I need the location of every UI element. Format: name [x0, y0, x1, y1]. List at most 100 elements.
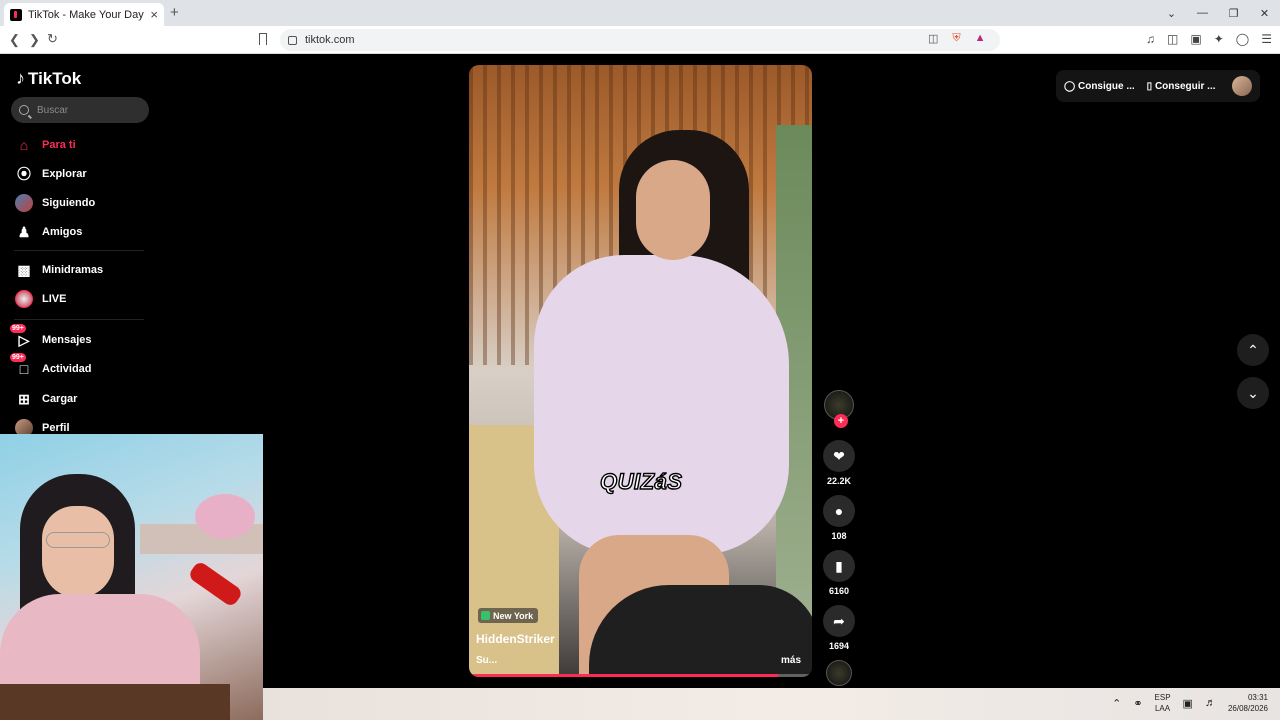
system-tray: ⌃ ⚭ ESP LAA ▣ ♬ 03:31 26/08/2026	[1112, 692, 1268, 714]
upload-icon: ⊞	[18, 390, 30, 407]
volume-icon[interactable]: ♬	[1205, 697, 1216, 709]
close-tab-icon[interactable]: ×	[150, 7, 158, 22]
forward-icon[interactable]: ❯	[29, 32, 40, 48]
tiktok-sidebar: ♪ TikTok Buscar ⌂ Para ti ⦿ Explorar Sig…	[0, 54, 160, 437]
lang-top: ESP	[1154, 693, 1171, 702]
get-app-button[interactable]: ▯ Conseguir ...	[1147, 81, 1216, 92]
next-video-button[interactable]: ⌄	[1237, 377, 1269, 409]
like-button[interactable]: ❤	[823, 440, 855, 472]
address-bar[interactable]: tiktok.com	[280, 29, 1000, 51]
language-indicator[interactable]: ESP LAA	[1155, 692, 1171, 714]
home-icon: ⌂	[19, 137, 29, 153]
location-text: New York	[493, 610, 534, 621]
share-icon: ➦	[833, 612, 845, 629]
activity-icon: □ 99+	[10, 353, 29, 377]
get-coins-button[interactable]: ◯ Consigue ...	[1064, 81, 1135, 92]
sidebar-item-label: Cargar	[42, 393, 78, 405]
webcam-overlay	[0, 434, 263, 720]
back-icon[interactable]: ❮	[9, 32, 20, 48]
network-icon[interactable]: ▣	[1183, 697, 1193, 710]
user-avatar[interactable]	[1232, 76, 1252, 96]
comment-button[interactable]: ●	[823, 495, 855, 527]
tray-overflow-icon[interactable]: ⌃	[1112, 697, 1121, 710]
tiktok-note-icon: ♪	[16, 68, 25, 88]
extension-icons: ◫ ⛨ ▲	[928, 32, 986, 45]
webcam-glasses	[46, 532, 110, 548]
sidebar-divider	[14, 319, 144, 320]
chevron-up-icon: ⌃	[1247, 341, 1259, 358]
toolbar-right-icons: ♫ ◫ ▣ ✦ ◯ ☰	[1146, 32, 1272, 46]
search-input[interactable]: Buscar	[11, 97, 149, 123]
translate-icon[interactable]: ◫	[928, 32, 938, 45]
rewards-icon[interactable]: ▲	[975, 32, 986, 45]
tiktok-favicon-icon	[10, 8, 22, 21]
bookmark-icon[interactable]	[259, 33, 267, 45]
site-info-icon[interactable]	[288, 35, 297, 45]
video-progress-bar[interactable]	[469, 674, 812, 677]
media-icon[interactable]: ♫	[1146, 32, 1155, 46]
sidebar-divider	[14, 250, 144, 251]
clock[interactable]: 03:31 26/08/2026	[1228, 692, 1268, 714]
follow-plus-icon[interactable]: +	[834, 414, 848, 428]
new-tab-button[interactable]: +	[170, 4, 179, 21]
close-window-button[interactable]: ✕	[1249, 7, 1280, 20]
sidebar-item-label: LIVE	[42, 293, 67, 305]
sidebar-item-label: Para ti	[42, 139, 76, 151]
sidebar-item-cargar[interactable]: ⊞ Cargar	[14, 389, 77, 409]
sidebar-item-minidramas[interactable]: ▩ Minidramas	[14, 260, 103, 280]
heart-icon: ❤	[833, 447, 845, 464]
sidebar-item-mensajes[interactable]: ▷ 99+ Mensajes	[10, 324, 92, 350]
creator-avatar[interactable]: +	[824, 390, 854, 428]
sidebar-item-actividad[interactable]: □ 99+ Actividad	[10, 353, 92, 379]
tab-search-button[interactable]: ⌄	[1156, 7, 1187, 20]
sidebar-item-amigos[interactable]: ♟ Amigos	[14, 222, 83, 242]
video-description: Su...	[476, 655, 498, 666]
more-button[interactable]: más	[781, 655, 801, 666]
leo-ai-icon[interactable]: ✦	[1214, 32, 1224, 46]
video-dog	[589, 585, 812, 677]
progress-fill	[469, 674, 778, 677]
wallet-icon[interactable]: ▣	[1190, 32, 1201, 46]
window-controls: ⌄ — ❐ ✕	[1156, 0, 1280, 26]
share-button[interactable]: ➦	[823, 605, 855, 637]
bookmark-button[interactable]: ▮	[823, 550, 855, 582]
location-pin-icon	[481, 611, 490, 620]
action-column: + ❤ 22.2K ● 108 ▮ 6160 ➦ 1694	[822, 390, 856, 686]
sidebar-item-live[interactable]: LIVE	[14, 289, 66, 309]
minimize-button[interactable]: —	[1187, 7, 1218, 19]
brave-shield-icon[interactable]: ⛨	[952, 32, 960, 45]
location-tag[interactable]: New York	[478, 608, 539, 623]
search-placeholder: Buscar	[37, 104, 69, 116]
bookmark-icon: ▮	[835, 557, 843, 574]
menu-icon[interactable]: ☰	[1261, 32, 1272, 46]
windows-taskbar: ⌃ ⚭ ESP LAA ▣ ♬ 03:31 26/08/2026	[263, 688, 1280, 720]
tiktok-logo[interactable]: ♪ TikTok	[16, 68, 81, 89]
messages-icon: ▷ 99+	[10, 324, 30, 348]
video-person-face	[636, 160, 710, 260]
tab-title: TikTok - Make Your Day	[28, 8, 144, 21]
sidebar-toggle-icon[interactable]: ◫	[1167, 32, 1178, 46]
sidebar-item-label: Perfil	[42, 422, 70, 434]
sidebar-item-siguiendo[interactable]: Siguiendo	[14, 193, 95, 213]
sidebar-item-explorar[interactable]: ⦿ Explorar	[14, 164, 87, 184]
video-player[interactable]: QUIZáS New York HiddenStriker Su... más	[469, 65, 812, 677]
video-caption: QUIZáS	[599, 468, 683, 494]
video-author[interactable]: HiddenStriker	[476, 632, 555, 646]
reload-icon[interactable]: ↻	[47, 31, 58, 47]
microphone-icon[interactable]: ⚭	[1133, 697, 1142, 710]
previous-video-button[interactable]: ⌃	[1237, 334, 1269, 366]
comment-count: 108	[831, 531, 847, 541]
vpn-icon[interactable]: ◯	[1236, 32, 1249, 46]
restore-button[interactable]: ❐	[1218, 7, 1249, 20]
clock-time: 03:31	[1247, 693, 1268, 702]
sidebar-item-label: Mensajes	[42, 334, 92, 346]
browser-tab[interactable]: TikTok - Make Your Day ×	[4, 3, 164, 26]
sidebar-item-para-ti[interactable]: ⌂ Para ti	[14, 135, 76, 155]
compass-icon: ⦿	[17, 166, 31, 182]
webcam-skirt	[0, 684, 230, 720]
sidebar-item-label: Siguiendo	[42, 197, 96, 209]
get-coins-label: Consigue ...	[1077, 80, 1135, 92]
webcam-microphone	[187, 560, 244, 608]
sound-disc[interactable]	[826, 660, 852, 686]
sidebar-item-label: Minidramas	[42, 264, 104, 276]
